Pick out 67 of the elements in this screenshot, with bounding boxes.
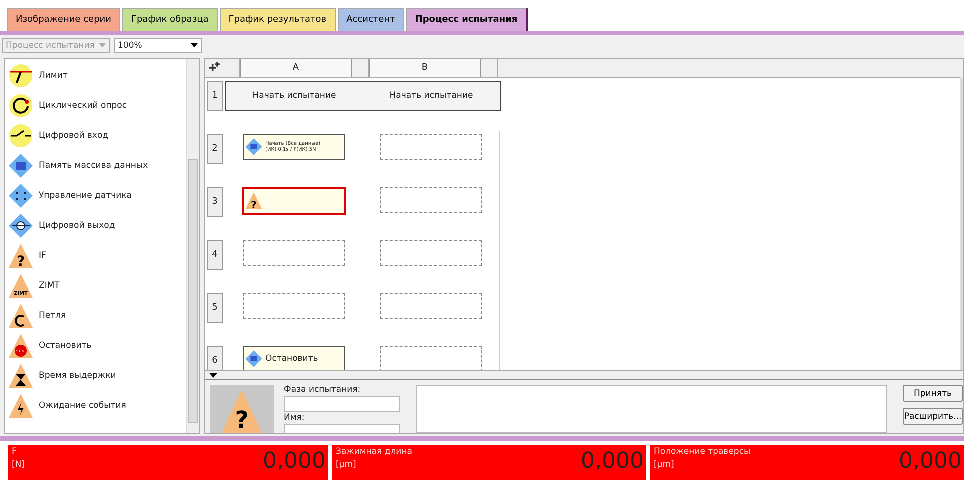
start-step[interactable]: Начать испытание xyxy=(390,91,474,101)
empty-slot[interactable] xyxy=(242,293,344,319)
field-label: Имя: xyxy=(284,413,306,423)
step-icon: ? xyxy=(244,191,264,211)
zoom-select[interactable]: 100% xyxy=(114,38,202,53)
step-type-icon: ? xyxy=(210,385,274,433)
measurement-name: F xyxy=(12,447,18,457)
field-label: Фаза испытания: xyxy=(284,385,362,395)
tool-icon xyxy=(9,184,33,208)
tab[interactable]: Процесс испытания xyxy=(406,8,528,31)
empty-slot[interactable] xyxy=(380,134,482,160)
row-header[interactable]: 2 xyxy=(207,134,223,164)
row-header[interactable]: 6 xyxy=(207,346,223,370)
measurement-value: 0,000 xyxy=(899,448,962,476)
tool-icon xyxy=(9,304,33,328)
step-icon xyxy=(244,349,264,369)
empty-slot[interactable] xyxy=(380,293,482,319)
empty-slot[interactable] xyxy=(380,187,482,213)
palette-item[interactable]: ? IF xyxy=(5,241,186,271)
measurement-unit: [μm] xyxy=(336,460,358,470)
row-header[interactable]: 4 xyxy=(207,240,223,270)
process-step[interactable]: ? xyxy=(242,187,346,215)
tool-icon: ? xyxy=(9,244,33,268)
palette-item[interactable]: Память массива данных xyxy=(5,151,186,181)
palette-item[interactable]: Управление датчика xyxy=(5,181,186,211)
tool-icon xyxy=(9,154,33,178)
tool-icon xyxy=(9,124,33,148)
column-header[interactable]: A xyxy=(240,59,352,77)
empty-slot[interactable] xyxy=(242,240,344,266)
tab[interactable]: График результатов xyxy=(220,8,336,31)
dialog-button[interactable]: Принять xyxy=(903,385,963,402)
tool-icon xyxy=(9,214,33,238)
tab[interactable]: Изображение серии xyxy=(7,8,120,31)
start-step[interactable]: Начать испытание xyxy=(252,91,336,101)
process-step[interactable]: Остановить xyxy=(242,346,344,370)
measurement-name: Положение траверсы xyxy=(654,447,751,457)
description-field[interactable] xyxy=(416,385,887,433)
empty-slot[interactable] xyxy=(380,346,482,370)
palette-item[interactable]: Лимит xyxy=(5,61,186,91)
measurement-value: 0,000 xyxy=(263,448,326,476)
tool-icon xyxy=(9,364,33,388)
measurement-value: 0,000 xyxy=(581,448,644,476)
palette-item[interactable]: Цифровой выход xyxy=(5,211,186,241)
row-header[interactable]: 1 xyxy=(207,81,223,111)
tab[interactable]: График образца xyxy=(122,8,218,31)
measurement-unit: [μm] xyxy=(654,460,676,470)
column-header[interactable]: B xyxy=(369,59,481,77)
step-text: Остановить xyxy=(266,354,318,364)
tool-icon xyxy=(9,64,33,88)
tab[interactable]: Ассистент xyxy=(338,8,404,31)
palette-item[interactable]: Время выдержки xyxy=(5,361,186,391)
palette-item[interactable]: Циклический опрос xyxy=(5,91,186,121)
row-header[interactable]: 5 xyxy=(207,293,223,323)
scrollbar[interactable] xyxy=(186,59,199,433)
phase-field[interactable] xyxy=(284,396,400,412)
measurement-name: Зажимная длина xyxy=(336,447,412,457)
palette-item[interactable]: Цифровой вход xyxy=(5,121,186,151)
empty-slot[interactable] xyxy=(380,240,482,266)
dropdown-icon[interactable] xyxy=(191,43,198,48)
dialog-button[interactable]: Расширить... xyxy=(903,408,963,425)
row-header[interactable]: 3 xyxy=(207,187,223,217)
palette-item[interactable]: Ожидание события xyxy=(5,391,186,421)
tool-icon xyxy=(9,394,33,418)
step-icon xyxy=(244,137,264,157)
palette-item[interactable]: Петля xyxy=(5,301,186,331)
tool-icon xyxy=(9,94,33,118)
measurement-unit: [N] xyxy=(12,460,25,470)
